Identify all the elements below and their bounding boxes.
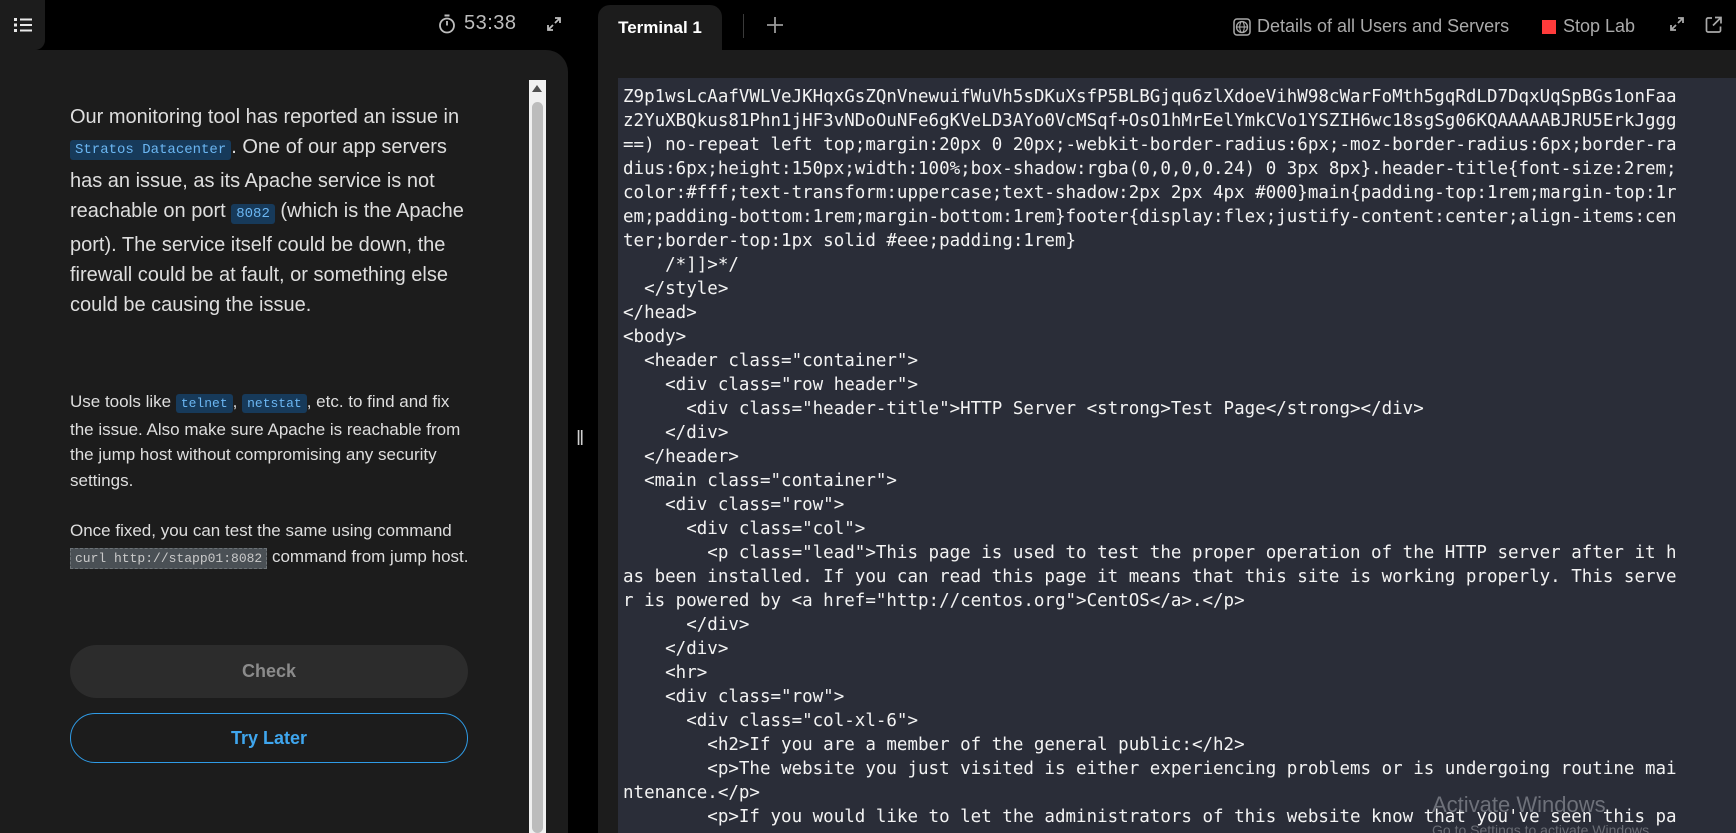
check-button[interactable]: Check: [70, 645, 468, 698]
terminal-line: <div class="col-xl-6">: [623, 711, 919, 731]
terminal-line: <p class="lead">This page is used to tes…: [623, 543, 1677, 563]
windows-activation-subtitle: Go to Settings to activate Windows.: [1432, 822, 1653, 833]
expand-terminal-button[interactable]: [1669, 16, 1685, 37]
task-paragraph-1: Our monitoring tool has reported an issu…: [70, 102, 470, 321]
text-segment: Once fixed, you can test the same using …: [70, 521, 452, 541]
scroll-up-arrow-icon[interactable]: [532, 85, 542, 92]
task-scrollbar[interactable]: [529, 80, 546, 833]
list-icon: [13, 18, 32, 32]
expand-icon: [1670, 17, 1684, 31]
terminal-line: </div>: [623, 639, 729, 659]
terminal-line: <div class="col">: [623, 519, 866, 539]
terminal-line: </style>: [623, 279, 729, 299]
expand-left-button[interactable]: [546, 16, 562, 37]
tab-terminal-1[interactable]: Terminal 1: [598, 5, 722, 50]
try-later-button[interactable]: Try Later: [70, 713, 468, 763]
terminal-line: </div>: [623, 423, 729, 443]
task-description: Our monitoring tool has reported an issu…: [70, 102, 470, 572]
netstat-code: netstat: [242, 393, 307, 413]
terminal-line: </header>: [623, 447, 739, 467]
terminal-line: dius:6px;height:150px;width:100%;box-sha…: [623, 159, 1677, 179]
stop-lab-label: Stop Lab: [1563, 16, 1636, 36]
terminal-line: ==) no-repeat left top;margin:20px 0 20p…: [623, 135, 1677, 155]
terminal-output[interactable]: Z9p1wsLcAafVWLVeJKHqxGsZQnVnewuifWuVh5sD…: [618, 78, 1736, 833]
text-segment: command from jump host.: [267, 546, 469, 566]
terminal-line: <hr>: [623, 663, 708, 683]
terminal-line: <p>The website you just visited is eithe…: [623, 759, 1677, 779]
text-segment: Use tools like: [70, 391, 176, 411]
left-header: 53:38: [0, 0, 568, 50]
terminal-line: <div class="row">: [623, 687, 845, 707]
terminal-tabbar: Terminal 1 Details of all Users and Serv…: [598, 0, 1736, 50]
terminal-line: z2YuXBQkus81Phn1jHF3vNDoOuNFe6gKVeLD3AYo…: [623, 111, 1677, 131]
panel-resize-handle[interactable]: ‖: [576, 428, 584, 451]
terminal-line: <header class="container">: [623, 351, 919, 371]
task-paragraph-3: Once fixed, you can test the same using …: [70, 518, 470, 572]
timer-value: 53:38: [464, 12, 517, 34]
task-panel: Our monitoring tool has reported an issu…: [0, 50, 568, 833]
text-segment: ,: [232, 391, 243, 411]
stop-icon: [1542, 19, 1556, 34]
windows-activation-watermark: Activate Windows: [1432, 792, 1606, 817]
terminal-line: em;padding-bottom:1rem;margin-bottom:1re…: [623, 207, 1677, 227]
external-link-icon: [1705, 16, 1722, 33]
terminal-line: </div>: [623, 615, 750, 635]
terminal-line: <main class="container">: [623, 471, 897, 491]
stopwatch-icon: [439, 14, 455, 33]
telnet-code: telnet: [175, 393, 233, 413]
task-paragraph-2: Use tools like telnet, netstat, etc. to …: [70, 389, 470, 494]
expand-icon: [547, 17, 561, 31]
terminal-line: as been installed. If you can read this …: [623, 567, 1677, 587]
stop-lab-button[interactable]: Stop Lab: [1542, 16, 1635, 37]
tab-separator: [743, 14, 744, 38]
terminal-line: <div class="row">: [623, 495, 845, 515]
curl-command-code: curl http://stapp01:8082: [70, 547, 268, 569]
terminal-line: <div class="row header">: [623, 375, 919, 395]
datacenter-code: Stratos Datacenter: [70, 140, 232, 161]
terminal-line: ter;border-top:1px solid #eee;padding:1r…: [623, 231, 1077, 251]
terminal-line: r is powered by <a href="http://centos.o…: [623, 591, 1245, 611]
globe-icon: [1233, 17, 1251, 36]
details-label: Details of all Users and Servers: [1257, 16, 1510, 36]
scroll-thumb[interactable]: [532, 102, 543, 833]
timer: 53:38: [438, 12, 517, 35]
popout-terminal-button[interactable]: [1704, 15, 1724, 40]
terminal-line: <body>: [623, 327, 687, 347]
text-segment: Our monitoring tool has reported an issu…: [70, 106, 460, 128]
terminal-text: Z9p1wsLcAafVWLVeJKHqxGsZQnVnewuifWuVh5sD…: [623, 85, 1728, 829]
terminal-line: Z9p1wsLcAafVWLVeJKHqxGsZQnVnewuifWuVh5sD…: [623, 87, 1677, 107]
terminal-line: </head>: [623, 303, 697, 323]
add-tab-button[interactable]: [766, 10, 784, 41]
plus-icon: [767, 17, 783, 33]
terminal-line: <h2>If you are a member of the general p…: [623, 735, 1245, 755]
terminal-line: <div class="header-title">HTTP Server <s…: [623, 399, 1424, 419]
terminal-line: color:#fff;text-transform:uppercase;text…: [623, 183, 1677, 203]
terminal-line: /*]]>*/: [623, 255, 739, 275]
task-list-button[interactable]: [0, 0, 45, 50]
port-code: 8082: [231, 204, 275, 225]
details-users-servers-button[interactable]: Details of all Users and Servers: [1233, 16, 1509, 37]
